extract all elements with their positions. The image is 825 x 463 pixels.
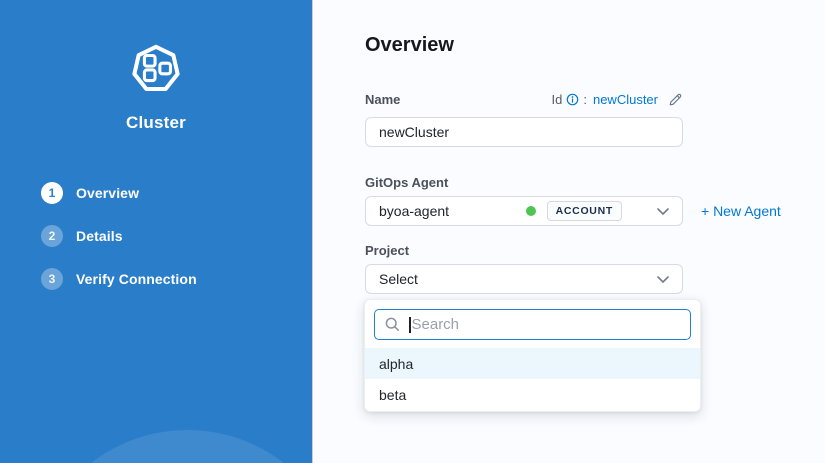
info-icon[interactable]	[566, 93, 579, 106]
chevron-down-icon	[657, 276, 669, 283]
page-title: Overview	[365, 34, 454, 57]
agent-health-dot	[526, 206, 536, 216]
identifier-row: Id : newCluster	[552, 92, 684, 107]
step-label: Verify Connection	[76, 271, 197, 287]
project-placeholder: Select	[379, 271, 418, 287]
wizard-steps: 1 Overview 2 Details 3 Verify Connection	[41, 182, 197, 290]
step-details[interactable]: 2 Details	[41, 225, 197, 247]
chevron-down-icon	[657, 208, 669, 215]
step-number: 2	[41, 225, 63, 247]
project-select[interactable]: Select	[365, 264, 683, 294]
step-number: 1	[41, 182, 63, 204]
dropdown-search-input[interactable]	[412, 316, 682, 333]
step-label: Details	[76, 228, 123, 244]
agent-row: byoa-agent ACCOUNT + New Agent	[365, 196, 781, 226]
cluster-name-input[interactable]	[365, 117, 683, 147]
scope-badge: ACCOUNT	[547, 201, 622, 221]
cluster-hexagon-icon	[129, 42, 183, 101]
project-option-beta[interactable]: beta	[365, 379, 700, 410]
name-field-header: Name Id : newCluster	[365, 92, 683, 107]
id-value: newCluster	[593, 92, 658, 107]
step-overview[interactable]: 1 Overview	[41, 182, 197, 204]
overview-step-panel: Overview Name Id : newCluster	[314, 0, 825, 463]
id-separator: :	[583, 92, 587, 107]
gitops-agent-label: GitOps Agent	[365, 175, 448, 190]
name-label: Name	[365, 92, 400, 107]
project-option-alpha[interactable]: alpha	[365, 348, 700, 379]
step-verify-connection[interactable]: 3 Verify Connection	[41, 268, 197, 290]
wizard-sidebar: Cluster 1 Overview 2 Details 3 Verify Co…	[0, 0, 313, 463]
new-agent-link[interactable]: + New Agent	[701, 203, 781, 219]
step-label: Overview	[76, 185, 139, 201]
project-dropdown-panel: alpha beta	[364, 299, 701, 412]
decorative-circle	[30, 430, 313, 463]
text-cursor	[409, 317, 411, 333]
step-number: 3	[41, 268, 63, 290]
agent-value: byoa-agent	[379, 203, 449, 219]
project-label: Project	[365, 243, 409, 258]
gitops-agent-select[interactable]: byoa-agent ACCOUNT	[365, 196, 683, 226]
id-label: Id	[552, 92, 563, 107]
wizard-title: Cluster	[0, 113, 312, 133]
search-icon	[384, 316, 401, 333]
dropdown-search-box[interactable]	[374, 309, 691, 340]
edit-pencil-icon[interactable]	[668, 92, 683, 107]
